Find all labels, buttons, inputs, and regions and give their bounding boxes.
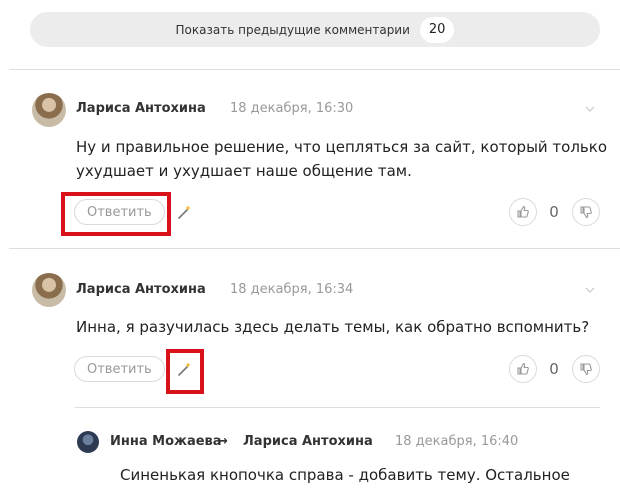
avatar[interactable] [32, 273, 66, 307]
show-previous-label: Показать предыдущие комментарии [175, 22, 410, 37]
reply-arrow: → [217, 434, 228, 449]
show-previous-comments-button[interactable]: Показать предыдущие комментарии 20 [30, 12, 600, 47]
magic-wand-icon[interactable] [174, 202, 194, 222]
chevron-down-icon[interactable] [585, 106, 595, 112]
comment-text-line: ухудшает и ухудшает наше общение там. [76, 162, 412, 180]
highlight-box-reply [61, 192, 171, 236]
reply-button[interactable]: Ответить [74, 356, 165, 382]
dislike-button[interactable] [572, 355, 600, 383]
thumbs-up-icon [517, 205, 529, 218]
comment-author[interactable]: Лариса Антохина [76, 282, 206, 297]
thumbs-up-icon [517, 362, 529, 375]
like-button[interactable] [509, 355, 537, 383]
highlight-box-wand [166, 349, 204, 394]
thumbs-down-icon [580, 363, 592, 376]
avatar[interactable] [77, 431, 99, 453]
comment-score: 0 [549, 203, 559, 221]
previous-comments-count: 20 [419, 16, 455, 43]
comment-date[interactable]: 18 декабря, 16:34 [230, 282, 353, 297]
thumbs-down-icon [580, 206, 592, 219]
chevron-down-icon[interactable] [585, 287, 595, 293]
divider [75, 407, 600, 408]
comment-text-line: Инна, я разучилась здесь делать темы, ка… [76, 318, 590, 336]
divider [9, 248, 620, 249]
reply-recipient[interactable]: Лариса Антохина [243, 434, 373, 449]
comment-author[interactable]: Лариса Антохина [76, 101, 206, 116]
comment-author[interactable]: Инна Можаева [110, 434, 222, 449]
comment-text-line: Синенькая кнопочка справа - добавить тем… [120, 466, 570, 484]
like-button[interactable] [509, 198, 537, 226]
comment-date[interactable]: 18 декабря, 16:30 [230, 101, 353, 116]
dislike-button[interactable] [572, 198, 600, 226]
comment-score: 0 [549, 360, 559, 378]
divider [9, 69, 620, 70]
avatar[interactable] [32, 93, 66, 127]
comment-text-line: Ну и правильное решение, что цепляться з… [76, 138, 608, 156]
comment-date[interactable]: 18 декабря, 16:40 [395, 434, 518, 449]
